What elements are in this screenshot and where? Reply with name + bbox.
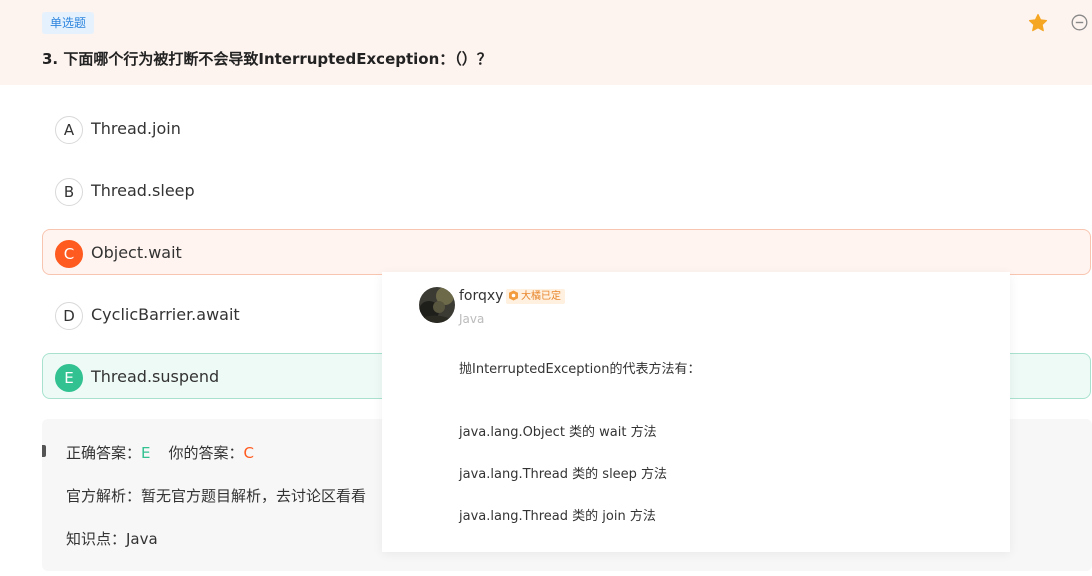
panel-marker [42,445,46,457]
option-letter: C [55,240,83,268]
answer-line: 正确答案：E 你的答案：C [66,442,254,463]
option-letter: E [55,364,83,392]
option-text: Thread.suspend [91,367,220,386]
option-text: Object.wait [91,243,182,262]
knowledge-point: 知识点：Java [66,530,158,548]
badge-label: 大橘已定 [521,291,561,302]
correct-answer-label: 正确答案： [66,444,142,462]
comment-intro: 抛InterruptedException的代表方法有： [459,362,701,377]
comment-popup: forqxy 大橘已定 Java 抛InterruptedException的代… [382,272,1010,552]
comment-line: java.lang.Thread 类的 sleep 方法 [459,467,668,482]
option-c[interactable]: C Object.wait [42,229,1091,275]
option-a[interactable]: A Thread.join [42,105,1091,151]
your-answer-value: C [243,444,254,462]
user-badge: 大橘已定 [506,289,565,304]
question-page: 单选题 3. 下面哪个行为被打断不会导致InterruptedException… [0,0,1092,576]
badge-icon [509,290,518,301]
option-letter: D [55,302,83,330]
user-subtitle: Java [459,312,485,326]
question-type-tag: 单选题 [42,12,95,34]
option-text: Thread.join [91,119,181,138]
question-header: 单选题 3. 下面哪个行为被打断不会导致InterruptedException… [0,0,1092,85]
your-answer-label: 你的答案： [168,444,244,462]
option-letter: A [55,116,83,144]
option-letter: B [55,178,83,206]
official-analysis: 官方解析：暂无官方题目解析，去讨论区看看 [66,487,367,505]
question-title: 3. 下面哪个行为被打断不会导致InterruptedException：（）？ [42,50,492,68]
comment-line: java.lang.Object 类的 wait 方法 [459,425,657,440]
comment-line: java.lang.Thread 类的 join 方法 [459,509,656,524]
minus-circle-icon[interactable] [1071,14,1088,31]
username[interactable]: forqxy [459,288,503,304]
star-icon[interactable] [1028,13,1048,33]
correct-answer-value: E [141,444,151,462]
avatar[interactable] [419,287,455,323]
option-text: CyclicBarrier.await [91,305,240,324]
option-text: Thread.sleep [91,181,195,200]
option-b[interactable]: B Thread.sleep [42,167,1091,213]
